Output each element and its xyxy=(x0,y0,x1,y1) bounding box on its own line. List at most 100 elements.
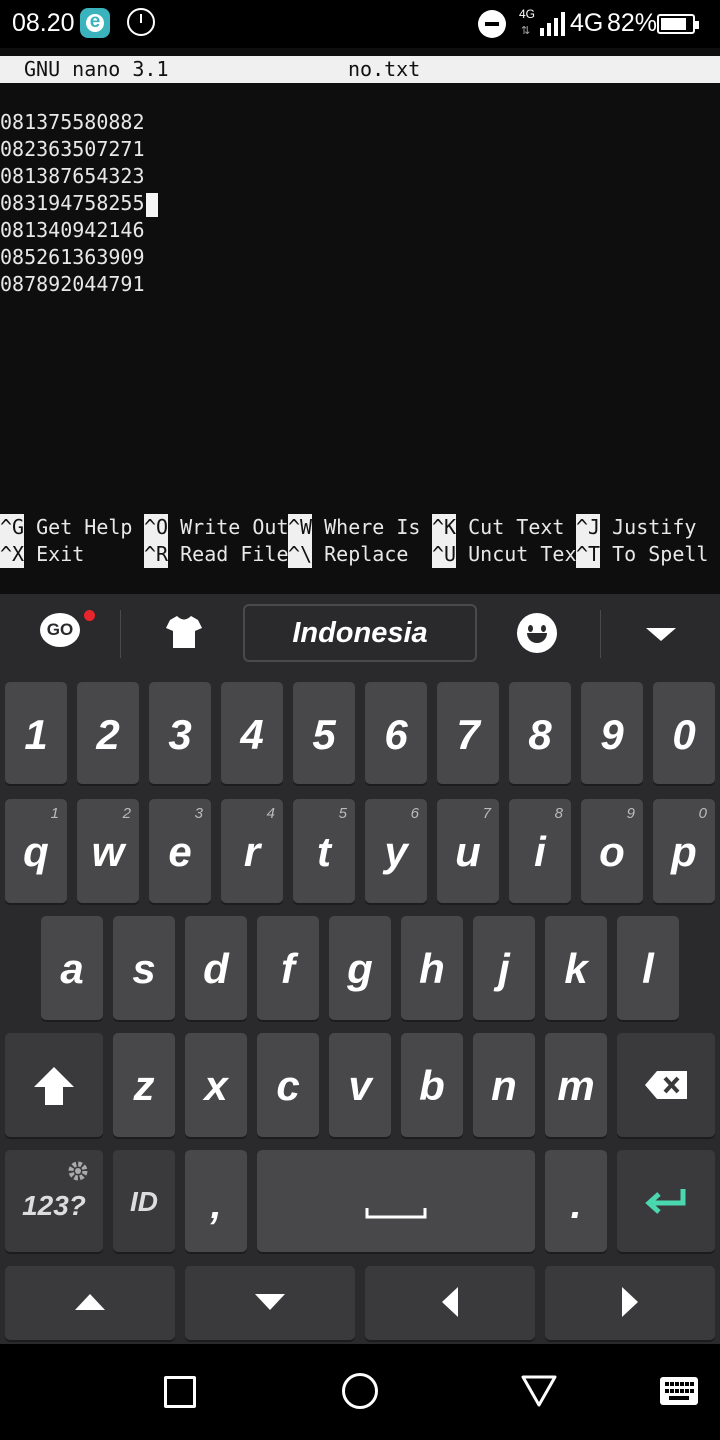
key-2[interactable]: 2 xyxy=(77,682,139,784)
key-label: w xyxy=(91,828,125,875)
file-content[interactable]: 081375580882 082363507271 081387654323 0831… xyxy=(0,109,158,298)
key-label: m xyxy=(557,1062,595,1109)
space-key[interactable] xyxy=(257,1150,535,1252)
text-line[interactable]: 081340942146 xyxy=(0,217,158,244)
keyboard-switch-icon[interactable] xyxy=(660,1377,698,1405)
shortcut-item: ^R Read File xyxy=(144,541,289,568)
key-label: r xyxy=(243,828,261,875)
text-line[interactable]: 082363507271 xyxy=(0,136,158,163)
line-text: 081340942146 xyxy=(0,218,145,242)
key-3[interactable]: 3 xyxy=(149,682,211,784)
key-s[interactable]: s xyxy=(113,916,175,1020)
key-k[interactable]: k xyxy=(545,916,607,1020)
key-label: 8 xyxy=(528,711,552,758)
key-z[interactable]: z xyxy=(113,1033,175,1137)
key-label: 3 xyxy=(168,711,192,758)
eset-icon: e xyxy=(80,8,110,38)
key-8[interactable]: 8 xyxy=(509,682,571,784)
shortcut-key: ^\ xyxy=(288,541,313,568)
key-label: i xyxy=(534,828,546,875)
key-y[interactable]: 6y xyxy=(365,799,427,903)
key-q[interactable]: 1q xyxy=(5,799,67,903)
shortcut-key: ^W xyxy=(288,514,313,541)
network-type: 4G xyxy=(570,9,604,37)
backspace-key[interactable] xyxy=(617,1033,715,1137)
go-keyboard-icon[interactable]: GO xyxy=(40,613,80,647)
divider xyxy=(120,610,121,658)
shortcut-label: Uncut Tex xyxy=(468,542,577,566)
key-w[interactable]: 2w xyxy=(77,799,139,903)
key-label: f xyxy=(281,945,295,992)
text-line[interactable]: 083194758255 xyxy=(0,190,158,217)
shortcut-item: ^J Justify xyxy=(576,514,696,541)
chevron-down-icon[interactable] xyxy=(646,628,676,641)
key-f[interactable]: f xyxy=(257,916,319,1020)
text-line[interactable]: 081387654323 xyxy=(0,163,158,190)
text-line[interactable]: 085261363909 xyxy=(0,244,158,271)
battery-percent: 82% xyxy=(607,9,658,37)
language-selector[interactable]: Indonesia xyxy=(243,604,477,662)
key-label: n xyxy=(491,1062,517,1109)
home-button[interactable] xyxy=(342,1373,378,1409)
key-o[interactable]: 9o xyxy=(581,799,643,903)
key-hint: 2 xyxy=(122,805,131,822)
key-d[interactable]: d xyxy=(185,916,247,1020)
recent-apps-button[interactable] xyxy=(164,1376,196,1408)
key-label: v xyxy=(348,1062,372,1109)
language-key[interactable]: ID xyxy=(113,1150,175,1252)
shortcut-key: ^J xyxy=(576,514,601,541)
key-i[interactable]: 8i xyxy=(509,799,571,903)
key-label: q xyxy=(23,828,49,875)
shortcut-label: Cut Text xyxy=(468,515,565,539)
key-h[interactable]: h xyxy=(401,916,463,1020)
key-v[interactable]: v xyxy=(329,1033,391,1137)
key-b[interactable]: b xyxy=(401,1033,463,1137)
symbols-key[interactable]: 123? xyxy=(5,1150,103,1252)
key-m[interactable]: m xyxy=(545,1033,607,1137)
key-4[interactable]: 4 xyxy=(221,682,283,784)
cursor-right-key[interactable] xyxy=(545,1266,715,1340)
key-u[interactable]: 7u xyxy=(437,799,499,903)
line-text: 082363507271 xyxy=(0,137,145,161)
key-5[interactable]: 5 xyxy=(293,682,355,784)
shift-key[interactable] xyxy=(5,1033,103,1137)
enter-icon xyxy=(645,1189,686,1214)
enter-key[interactable] xyxy=(617,1150,715,1252)
key-p[interactable]: 0p xyxy=(653,799,715,903)
shortcut-item: ^G Get Help xyxy=(0,514,132,541)
text-line[interactable]: 081375580882 xyxy=(0,109,158,136)
cursor-left-key[interactable] xyxy=(365,1266,535,1340)
period-key[interactable]: . xyxy=(545,1150,607,1252)
key-6[interactable]: 6 xyxy=(365,682,427,784)
back-button[interactable] xyxy=(520,1374,558,1408)
navigation-bar xyxy=(0,1344,720,1440)
key-n[interactable]: n xyxy=(473,1033,535,1137)
key-label: 7 xyxy=(456,711,480,758)
key-c[interactable]: c xyxy=(257,1033,319,1137)
cursor-up-key[interactable] xyxy=(5,1266,175,1340)
cursor-down-key[interactable] xyxy=(185,1266,355,1340)
key-label: s xyxy=(132,945,156,992)
key-x[interactable]: x xyxy=(185,1033,247,1137)
key-e[interactable]: 3e xyxy=(149,799,211,903)
terminal[interactable]: GNU nano 3.1 no.txt 081375580882 08236350… xyxy=(0,48,720,594)
key-r[interactable]: 4r xyxy=(221,799,283,903)
key-7[interactable]: 7 xyxy=(437,682,499,784)
key-g[interactable]: g xyxy=(329,916,391,1020)
key-j[interactable]: j xyxy=(473,916,535,1020)
nano-title-bar: GNU nano 3.1 no.txt xyxy=(0,56,720,83)
comma-key[interactable]: , xyxy=(185,1150,247,1252)
shortcut-key: ^O xyxy=(144,514,169,541)
line-text: 085261363909 xyxy=(0,245,145,269)
emoji-icon[interactable] xyxy=(517,613,557,653)
key-t[interactable]: 5t xyxy=(293,799,355,903)
key-a[interactable]: a xyxy=(41,916,103,1020)
key-0[interactable]: 0 xyxy=(653,682,715,784)
key-9[interactable]: 9 xyxy=(581,682,643,784)
key-l[interactable]: l xyxy=(617,916,679,1020)
theme-shirt-icon[interactable] xyxy=(166,614,202,648)
key-label: j xyxy=(498,945,510,992)
key-1[interactable]: 1 xyxy=(5,682,67,784)
text-line[interactable]: 087892044791 xyxy=(0,271,158,298)
key-label: 5 xyxy=(312,711,336,758)
